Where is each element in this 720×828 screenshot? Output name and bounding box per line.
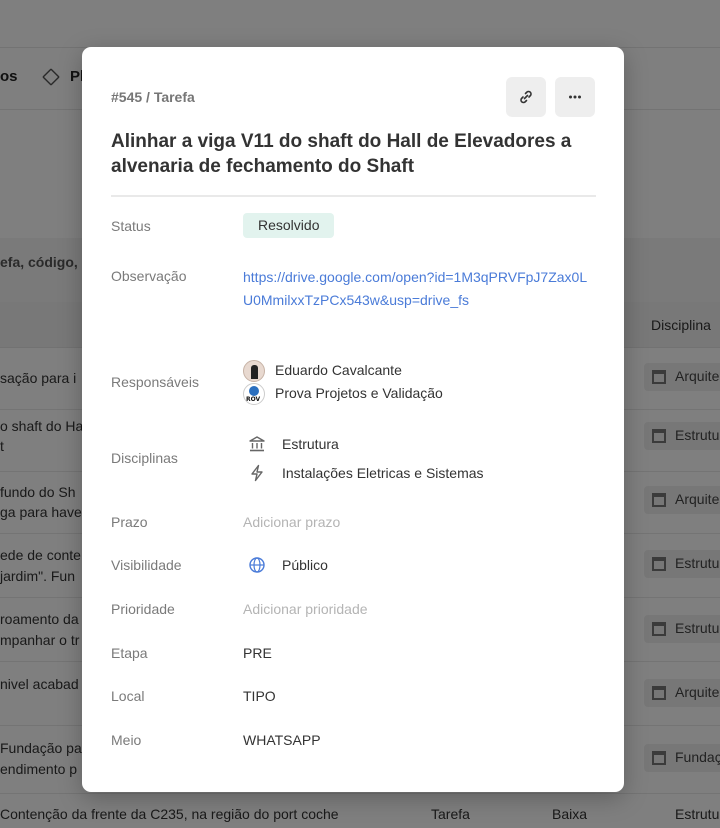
lightning-icon [247, 463, 267, 483]
status-label: Status [111, 218, 151, 234]
visibilidade-label: Visibilidade [111, 557, 182, 573]
task-detail-modal: #545 / Tarefa Alinhar a viga V11 do shaf… [82, 47, 624, 792]
prioridade-label: Prioridade [111, 601, 175, 617]
responsavel-name[interactable]: Eduardo Cavalcante [275, 362, 402, 378]
disciplina-item[interactable]: Instalações Eletricas e Sistemas [282, 465, 484, 481]
prazo-label: Prazo [111, 514, 148, 530]
etapa-value[interactable]: PRE [243, 645, 272, 661]
meio-label: Meio [111, 732, 142, 748]
more-icon [569, 95, 581, 99]
prioridade-input[interactable]: Adicionar prioridade [243, 601, 368, 617]
task-title[interactable]: Alinhar a viga V11 do shaft do Hall de E… [111, 129, 606, 179]
copy-link-button[interactable] [506, 77, 546, 117]
globe-icon [247, 555, 267, 575]
avatar [243, 360, 265, 382]
responsaveis-label: Responsáveis [111, 374, 199, 390]
more-options-button[interactable] [555, 77, 595, 117]
status-badge[interactable]: Resolvido [243, 213, 335, 238]
responsavel-name[interactable]: Prova Projetos e Validação [275, 385, 443, 401]
team-avatar [243, 383, 265, 405]
etapa-label: Etapa [111, 645, 148, 661]
observacao-label: Observação [111, 268, 187, 284]
local-label: Local [111, 688, 145, 704]
divider [111, 195, 596, 197]
local-value[interactable]: TIPO [243, 688, 276, 704]
link-icon [520, 90, 532, 104]
building-icon [247, 434, 267, 454]
observacao-link[interactable]: https://drive.google.com/open?id=1M3qPRV… [243, 266, 588, 312]
visibilidade-value[interactable]: Público [282, 557, 328, 573]
prazo-input[interactable]: Adicionar prazo [243, 514, 340, 530]
meio-value[interactable]: WHATSAPP [243, 732, 321, 748]
disciplinas-label: Disciplinas [111, 450, 178, 466]
disciplina-item[interactable]: Estrutura [282, 436, 339, 452]
breadcrumb: #545 / Tarefa [111, 89, 195, 105]
